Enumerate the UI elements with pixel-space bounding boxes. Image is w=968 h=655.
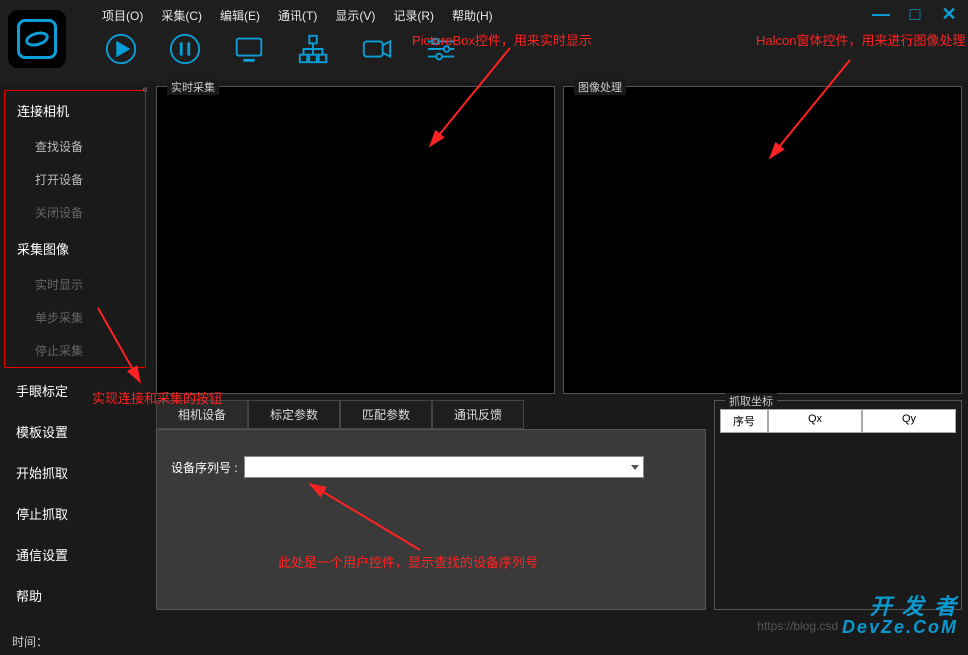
monitor-icon[interactable] <box>232 32 266 66</box>
sidebar: « 连接相机 查找设备 打开设备 关闭设备 采集图像 实时显示 单步采集 停止采… <box>0 82 150 627</box>
realtime-capture-panel: 实时采集 <box>156 86 555 394</box>
menu-bar: 项目(O) 采集(C) 编辑(E) 通讯(T) 显示(V) 记录(R) 帮助(H… <box>74 0 968 24</box>
menu-record[interactable]: 记录(R) <box>393 7 434 24</box>
pause-icon[interactable] <box>168 32 202 66</box>
sidebar-item-close-device[interactable]: 关闭设备 <box>5 196 145 229</box>
device-serial-label: 设备序列号 : <box>171 459 238 476</box>
main-area: « 连接相机 查找设备 打开设备 关闭设备 采集图像 实时显示 单步采集 停止采… <box>0 82 968 627</box>
coord-col-qx: Qx <box>768 409 862 433</box>
watermark-line2: DevZe.CoM <box>842 618 958 637</box>
tab-comm-feedback[interactable]: 通讯反馈 <box>432 400 524 429</box>
status-time-label: 时间： <box>12 633 48 650</box>
menu-comm[interactable]: 通讯(T) <box>278 7 317 24</box>
settings-sliders-icon[interactable] <box>424 32 458 66</box>
sidebar-header-connect: 连接相机 <box>5 91 145 130</box>
menu-capture[interactable]: 采集(C) <box>161 7 202 24</box>
play-icon[interactable] <box>104 32 138 66</box>
menu-project[interactable]: 项目(O) <box>102 7 143 24</box>
tab-bar: 相机设备 标定参数 匹配参数 通讯反馈 <box>156 400 706 429</box>
coord-panel-title: 抓取坐标 <box>725 393 777 409</box>
toolbar <box>74 24 968 66</box>
sidebar-item-open-device[interactable]: 打开设备 <box>5 163 145 196</box>
sidebar-item-comm-settings[interactable]: 通信设置 <box>4 534 146 575</box>
tab-camera-device[interactable]: 相机设备 <box>156 400 248 429</box>
title-bar: 项目(O) 采集(C) 编辑(E) 通讯(T) 显示(V) 记录(R) 帮助(H… <box>0 0 968 82</box>
sidebar-item-start-grab[interactable]: 开始抓取 <box>4 452 146 493</box>
sidebar-group-connect: 连接相机 查找设备 打开设备 关闭设备 采集图像 实时显示 单步采集 停止采集 <box>4 90 146 368</box>
menu-help[interactable]: 帮助(H) <box>452 7 493 24</box>
tab-content: 设备序列号 : <box>156 429 706 610</box>
sidebar-item-help[interactable]: 帮助 <box>4 575 146 616</box>
watermark-url: https://blog.csd <box>757 619 838 633</box>
sidebar-item-template[interactable]: 模板设置 <box>4 411 146 452</box>
panel-title-process: 图像处理 <box>574 79 626 95</box>
device-serial-dropdown[interactable] <box>244 456 644 478</box>
watermark-line1: 开 发 者 <box>842 595 958 618</box>
close-button[interactable]: ✕ <box>940 4 958 25</box>
menu-display[interactable]: 显示(V) <box>335 7 375 24</box>
sidebar-item-stop-capture[interactable]: 停止采集 <box>5 334 145 367</box>
sidebar-item-single-capture[interactable]: 单步采集 <box>5 301 145 334</box>
camera-icon[interactable] <box>360 32 394 66</box>
watermark: 开 发 者 DevZe.CoM <box>842 595 958 637</box>
grab-coord-panel: 抓取坐标 序号 Qx Qy <box>714 400 962 610</box>
coord-table-header: 序号 Qx Qy <box>720 409 956 433</box>
hierarchy-icon[interactable] <box>296 32 330 66</box>
coord-col-qy: Qy <box>862 409 956 433</box>
tabs-panel: 相机设备 标定参数 匹配参数 通讯反馈 设备序列号 : <box>156 400 706 610</box>
sidebar-header-capture: 采集图像 <box>5 229 145 268</box>
app-logo <box>8 10 66 68</box>
maximize-button[interactable]: □ <box>906 4 924 25</box>
sidebar-item-stop-grab[interactable]: 停止抓取 <box>4 493 146 534</box>
panel-title-realtime: 实时采集 <box>167 79 219 95</box>
coord-col-index: 序号 <box>720 409 768 433</box>
minimize-button[interactable]: — <box>872 4 890 25</box>
tab-match-params[interactable]: 匹配参数 <box>340 400 432 429</box>
menu-edit[interactable]: 编辑(E) <box>220 7 260 24</box>
image-process-panel: 图像处理 <box>563 86 962 394</box>
sidebar-item-realtime[interactable]: 实时显示 <box>5 268 145 301</box>
tab-calib-params[interactable]: 标定参数 <box>248 400 340 429</box>
window-controls: — □ ✕ <box>872 4 958 25</box>
collapse-icon[interactable]: « <box>142 84 148 95</box>
sidebar-item-find-device[interactable]: 查找设备 <box>5 130 145 163</box>
sidebar-item-handeye[interactable]: 手眼标定 <box>4 370 146 411</box>
content-area: 实时采集 图像处理 相机设备 标定参数 匹配参数 通讯反馈 设备序列号 : <box>150 82 968 627</box>
